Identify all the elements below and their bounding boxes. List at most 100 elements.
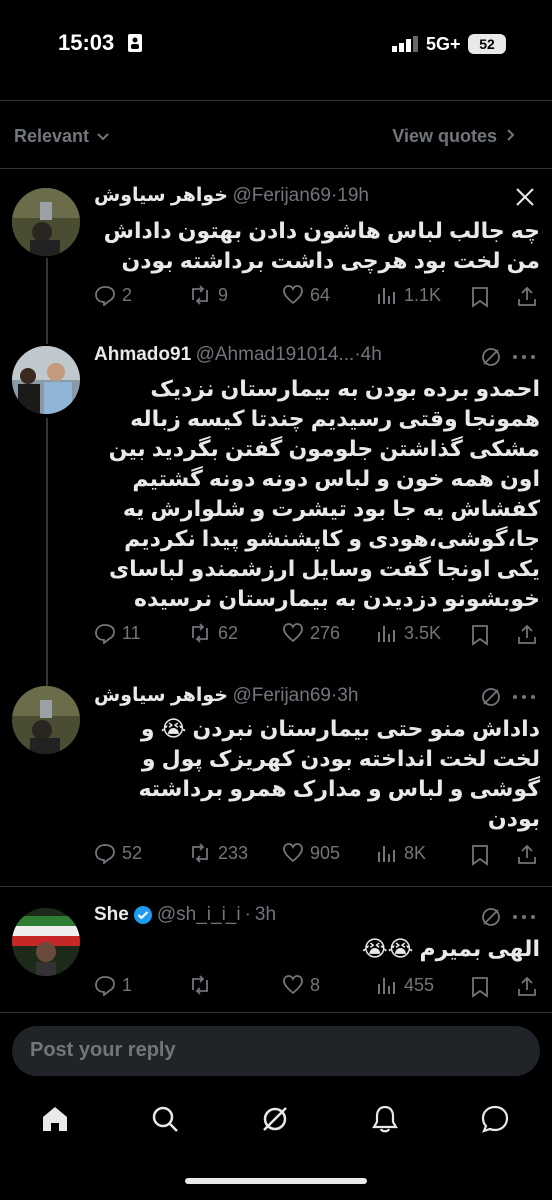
status-bar: 15:03 5G+ 52 (0, 0, 552, 90)
reply-count: 2 (122, 284, 133, 305)
reply-placeholder: Post your reply (30, 1039, 176, 1061)
reply-count: 1 (122, 974, 133, 995)
verified-badge-icon (133, 906, 152, 924)
like-count: 64 (310, 284, 331, 305)
author-handle[interactable]: @sh_i_i_i (157, 904, 241, 926)
share-icon[interactable] (516, 843, 538, 865)
views-button[interactable]: 8K (376, 842, 426, 864)
view-quotes-label: View quotes (392, 126, 497, 146)
reply-icon (95, 624, 115, 644)
reply-button[interactable]: 2 (94, 284, 132, 306)
views-count: 1.1K (404, 284, 442, 305)
avatar[interactable] (12, 346, 80, 414)
id-card-icon (128, 34, 142, 52)
repost-count: 233 (218, 842, 249, 863)
more-icon[interactable] (512, 694, 536, 700)
battery-indicator: 52 (468, 34, 506, 54)
author-handle[interactable]: @Ferijan69 (232, 185, 331, 206)
post-text: الهی بمیرم 😭😭 (361, 936, 540, 961)
reply-icon (95, 976, 115, 996)
heart-icon (283, 975, 303, 995)
avatar[interactable] (12, 686, 80, 754)
repost-icon (192, 843, 208, 863)
avatar[interactable] (12, 188, 80, 256)
author-name[interactable]: Ahmado91 (94, 344, 191, 365)
action-bar: 2 9 64 1.1K (94, 284, 540, 312)
repost-count: 9 (218, 284, 229, 305)
like-button[interactable]: 905 (282, 842, 340, 864)
like-count: 905 (310, 842, 341, 863)
search-icon[interactable] (150, 1104, 180, 1134)
views-count: 8K (404, 842, 427, 863)
reply-button[interactable]: 11 (94, 622, 141, 644)
post[interactable]: خواهر سیاوش @Ferijan69·19h چه جالب لباس … (0, 170, 552, 330)
author-handle[interactable]: @Ferijan69 (232, 685, 331, 706)
grok-close-icon[interactable] (514, 186, 536, 208)
reply-count: 11 (122, 622, 141, 643)
notifications-icon[interactable] (370, 1104, 400, 1134)
views-count: 455 (404, 974, 435, 995)
author-name[interactable]: خواهر سیاوش (94, 685, 228, 706)
like-button[interactable]: 64 (282, 284, 330, 306)
more-icon[interactable] (512, 354, 536, 360)
views-icon (378, 978, 395, 994)
action-bar: 11 62 276 3.5K (94, 622, 540, 650)
views-button[interactable]: 3.5K (376, 622, 441, 644)
like-button[interactable]: 8 (282, 974, 320, 996)
home-icon[interactable] (40, 1104, 70, 1134)
repost-button[interactable]: 233 (188, 842, 248, 864)
repost-count: 62 (218, 622, 239, 643)
chevron-down-icon (97, 133, 109, 141)
grok-icon[interactable] (480, 686, 502, 708)
views-icon (378, 846, 395, 862)
post-text: داداش منو حتی بیمارستان نبردن 😭 و لخت لخ… (138, 716, 540, 831)
reply-icon (95, 844, 115, 864)
repost-button[interactable]: 62 (188, 622, 238, 644)
share-icon[interactable] (516, 623, 538, 645)
post[interactable]: خواهر سیاوش @Ferijan69·3h داداش منو حتی … (0, 670, 552, 880)
bookmark-icon[interactable] (470, 624, 490, 646)
bookmark-icon[interactable] (470, 844, 490, 866)
post[interactable]: She @sh_i_i_i · 3h الهی بمیرم 😭😭 1 8 455 (0, 890, 552, 1010)
reply-button[interactable]: 52 (94, 842, 142, 864)
heart-icon (283, 843, 303, 863)
post-time: 3h (254, 904, 277, 925)
post-time: 3h (337, 685, 359, 706)
repost-button[interactable]: 9 (188, 284, 228, 306)
sort-label: Relevant (14, 126, 90, 146)
bookmark-icon[interactable] (470, 976, 490, 998)
repost-icon (192, 975, 208, 995)
sort-dropdown[interactable]: Relevant (14, 126, 110, 147)
post[interactable]: Ahmado91 @Ahmad191014...·4h احمدو برده ب… (0, 330, 552, 670)
post-text: احمدو برده بودن به بیمارستان نزدیک همونج… (108, 376, 540, 611)
reply-button[interactable]: 1 (94, 974, 132, 996)
repost-icon (192, 285, 208, 305)
share-icon[interactable] (516, 975, 538, 997)
bottom-nav (0, 1090, 552, 1150)
like-button[interactable]: 276 (282, 622, 340, 644)
divider (0, 168, 552, 169)
divider (0, 886, 552, 887)
grok-icon[interactable] (480, 906, 502, 928)
share-icon[interactable] (516, 285, 538, 307)
like-count: 276 (310, 622, 341, 643)
chevron-right-icon (507, 129, 515, 141)
grok-icon[interactable] (260, 1104, 290, 1134)
heart-icon (283, 623, 303, 643)
signal-icon (392, 36, 418, 52)
views-button[interactable]: 1.1K (376, 284, 441, 306)
repost-button[interactable] (188, 974, 218, 996)
avatar[interactable] (12, 908, 80, 976)
author-name[interactable]: خواهر سیاوش (94, 185, 228, 206)
author-handle[interactable]: @Ahmad191014... (196, 344, 355, 365)
action-bar: 52 233 905 8K (94, 842, 540, 870)
more-icon[interactable] (512, 914, 536, 920)
messages-icon[interactable] (480, 1104, 510, 1134)
action-bar: 1 8 455 (94, 974, 540, 1002)
views-button[interactable]: 455 (376, 974, 434, 996)
reply-icon (95, 286, 115, 306)
view-quotes-link[interactable]: View quotes (392, 126, 516, 147)
bookmark-icon[interactable] (470, 286, 490, 308)
grok-icon[interactable] (480, 346, 502, 368)
author-name[interactable]: She (94, 904, 129, 926)
